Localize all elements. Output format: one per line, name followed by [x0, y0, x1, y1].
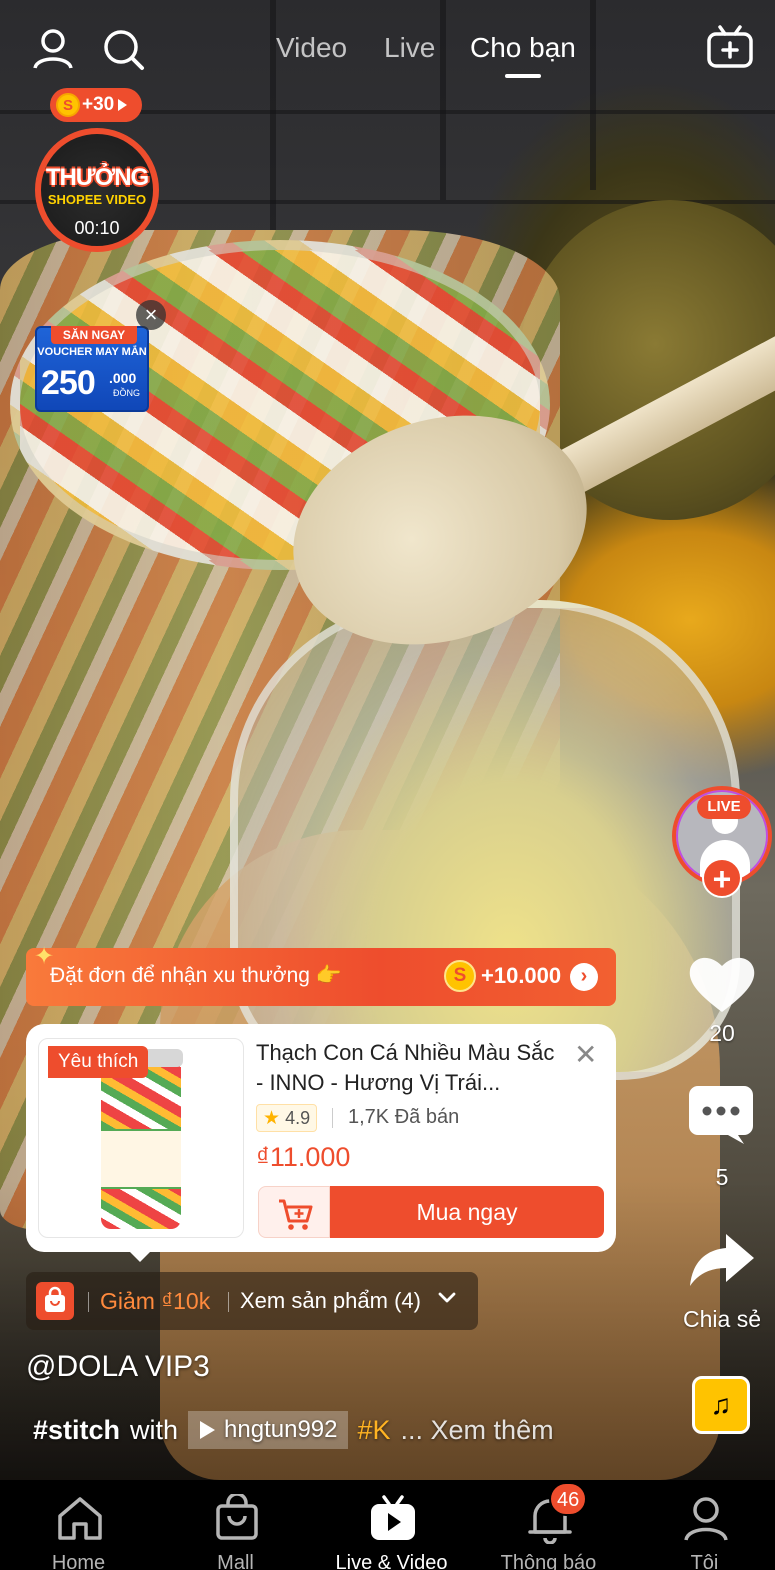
comment-icon[interactable] — [688, 1084, 754, 1151]
heart-icon[interactable] — [688, 954, 756, 1019]
voucher-amount-suffix: .000 — [109, 370, 137, 386]
nav-notifications[interactable]: Thông báo — [471, 1480, 626, 1570]
voucher-tag: SĂN NGAY — [51, 326, 137, 344]
creator-username[interactable]: @DOLA VIP3 — [26, 1350, 210, 1384]
stitch-username: hngtun992 — [224, 1416, 338, 1443]
nav-mall-label: Mall — [217, 1552, 254, 1570]
chevron-right-icon[interactable]: › — [570, 963, 598, 991]
play-icon — [200, 1421, 216, 1439]
favorite-tag: Yêu thích — [48, 1046, 149, 1078]
shop-products-strip[interactable]: Giảm ₫10k Xem sản phẩm (4) — [26, 1272, 478, 1330]
rating-value: 4.9 — [285, 1108, 311, 1128]
comment-count: 5 — [715, 1164, 729, 1190]
divider — [88, 1292, 89, 1312]
add-video-icon[interactable] — [706, 24, 753, 70]
sold-count: 1,7K Đã bán — [348, 1106, 460, 1128]
voucher-unit: ĐỒNG — [113, 388, 140, 398]
coin-bonus-pill[interactable]: S +30 — [50, 88, 142, 122]
product-card[interactable]: Yêu thích Thạch Con Cá Nhiều Màu Sắc - I… — [26, 1024, 616, 1252]
profile-icon — [684, 1497, 728, 1541]
video-caption: #stitch with hngtun992 #K ... Xem thêm — [33, 1410, 554, 1450]
shopping-bag-icon — [36, 1282, 74, 1320]
nav-mall[interactable]: Mall — [158, 1480, 313, 1570]
promo-coin-amount: +10.000 — [481, 963, 562, 988]
live-video-icon — [371, 1495, 415, 1540]
nav-me[interactable]: Tôi — [627, 1480, 775, 1570]
like-count: 20 — [709, 1020, 735, 1046]
divider — [332, 1108, 333, 1128]
divider — [228, 1292, 229, 1312]
stitch-source-chip[interactable]: hngtun992 — [188, 1411, 348, 1449]
coin-icon: S — [56, 93, 80, 117]
shop-discount: Giảm ₫10k — [100, 1288, 211, 1314]
coin-bonus-value: +30 — [82, 94, 115, 115]
lucky-voucher-banner[interactable]: SĂN NGAY VOUCHER MAY MẮN 250 .000 ĐỒNG — [35, 326, 149, 412]
product-name[interactable]: Thạch Con Cá Nhiều Màu Sắc - INNO - Hươn… — [256, 1038, 566, 1098]
order-coin-promo-banner[interactable]: ✦ Đặt đơn để nhận xu thưởng 👉 S +10.000 … — [26, 943, 616, 1006]
music-note-icon[interactable]: ♫ — [692, 1376, 750, 1434]
shopee-coin-icon: S — [444, 960, 476, 992]
nav-me-label: Tôi — [690, 1552, 719, 1570]
tab-live[interactable]: Live — [384, 32, 435, 64]
bottom-navigation: Home Mall Live & Video Thông báo Tôi — [0, 1480, 775, 1570]
voucher-label: VOUCHER MAY MẮN — [37, 346, 147, 358]
shopee-video-reward-timer[interactable]: THƯỞNG SHOPEE VIDEO 00:10 — [35, 128, 159, 252]
product-card-pointer — [128, 1250, 152, 1262]
view-products-link[interactable]: Xem sản phẩm (4) — [240, 1288, 421, 1314]
nav-home-label: Home — [51, 1552, 106, 1570]
rating-badge: ★ 4.9 — [256, 1104, 318, 1132]
nav-notifications-label: Thông báo — [500, 1552, 597, 1570]
product-price: ₫11.000 — [256, 1142, 351, 1172]
nav-home[interactable]: Home — [1, 1480, 156, 1570]
voucher-amount: 250 — [41, 364, 96, 402]
reward-title: THƯỞNG — [45, 164, 149, 191]
play-arrow-icon — [118, 99, 128, 111]
close-icon[interactable]: ✕ — [574, 1038, 597, 1071]
follow-button[interactable]: + — [702, 858, 742, 898]
hashtag-k[interactable]: #K — [358, 1415, 391, 1446]
tab-video[interactable]: Video — [276, 32, 347, 64]
live-badge: LIVE — [697, 795, 751, 819]
add-to-cart-button[interactable] — [258, 1186, 330, 1238]
feed-tabs: Video Live Cho bạn — [0, 30, 775, 90]
reward-countdown: 00:10 — [74, 218, 120, 238]
buy-now-button[interactable]: Mua ngay — [330, 1186, 604, 1238]
share-icon[interactable] — [688, 1232, 756, 1293]
see-more-link[interactable]: ... Xem thêm — [401, 1415, 554, 1446]
active-tab-indicator — [505, 74, 541, 78]
share-label: Chia sẻ — [683, 1306, 761, 1332]
home-icon — [58, 1497, 102, 1540]
tab-for-you[interactable]: Cho bạn — [470, 32, 576, 64]
caption-with: with — [130, 1414, 179, 1445]
close-icon[interactable]: × — [136, 300, 166, 330]
hashtag-stitch[interactable]: #stitch — [33, 1415, 120, 1446]
star-icon: ★ — [263, 1108, 281, 1129]
nav-live-video[interactable]: Live & Video — [314, 1480, 469, 1570]
promo-text: Đặt đơn để nhận xu thưởng 👉 — [50, 964, 342, 987]
reward-subtitle: SHOPEE VIDEO — [47, 192, 147, 207]
notification-count-badge: 46 — [549, 1482, 588, 1516]
chevron-down-icon[interactable] — [436, 1286, 458, 1314]
cart-plus-icon — [279, 1199, 313, 1230]
shopping-bag-icon — [216, 1494, 258, 1540]
nav-live-video-label: Live & Video — [335, 1552, 448, 1570]
